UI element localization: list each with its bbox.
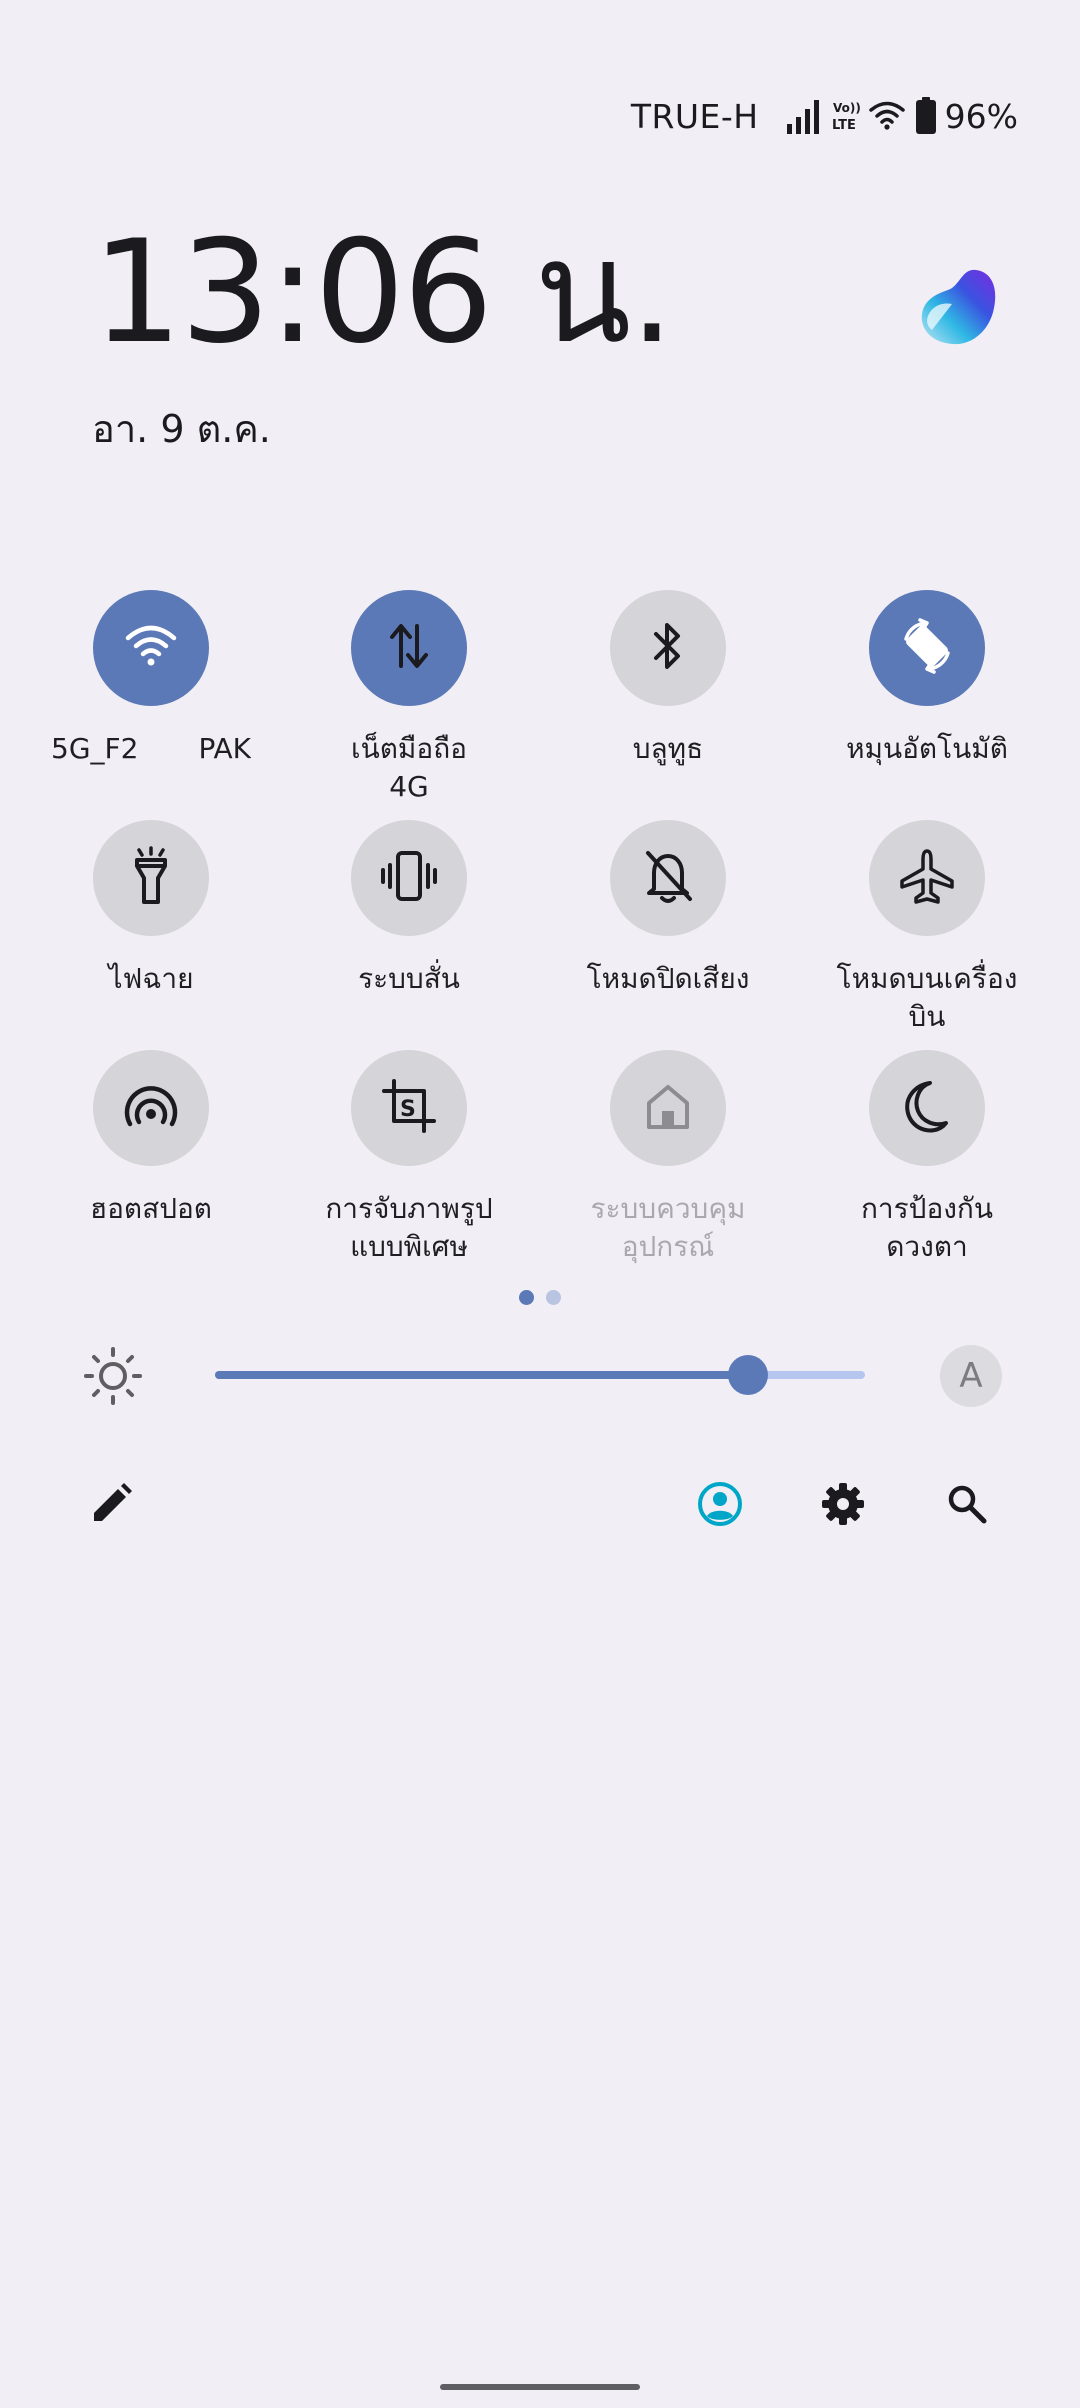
search-icon [946,1483,988,1529]
status-bar: TRUE-H Vo)) LTE 96% [631,88,1018,144]
tile-vibrate[interactable]: ระบบสั่น [294,820,524,998]
hotspot-icon [122,1082,180,1134]
svg-text:S: S [400,1097,416,1122]
pencil-icon [90,1483,132,1529]
tile-bluetooth-button[interactable] [610,590,726,706]
account-circle-icon [697,1481,743,1531]
brightness-slider-thumb[interactable] [728,1355,768,1395]
tile-auto-rotate-label: หมุนอัตโนมัติ [846,732,1008,765]
settings-button[interactable] [813,1476,873,1536]
tile-hotspot[interactable]: ฮอตสปอต [36,1050,266,1228]
tile-silent-mode[interactable]: โหมดปิดเสียง [553,820,783,998]
vibrate-icon [379,849,439,907]
clock-time[interactable]: 13:06 น. [92,222,675,364]
tile-airplane-mode[interactable]: โหมดบนเครื่อง บิน [812,820,1042,1036]
brightness-control: A [0,1335,1080,1415]
mute-bell-icon [640,847,696,909]
wifi-icon [124,624,178,672]
tile-screenshot-button[interactable]: S [351,1050,467,1166]
volte-icon: Vo)) LTE [831,98,863,134]
search-button[interactable] [937,1476,997,1536]
mobile-data-icon [387,620,431,676]
tile-wifi-button[interactable] [93,590,209,706]
page-dot-2[interactable] [546,1290,561,1305]
tile-hotspot-button[interactable] [93,1050,209,1166]
tile-vibrate-button[interactable] [351,820,467,936]
carrier-name: TRUE-H [630,96,759,136]
gesture-home-bar[interactable] [440,2384,640,2390]
tile-auto-rotate-button[interactable] [869,590,985,706]
airplane-icon [898,847,956,909]
tile-mobile-data-button[interactable] [351,590,467,706]
brightness-sun-icon [84,1347,142,1405]
tile-bluetooth-label: บลูทูธ [632,732,704,765]
tile-hotspot-label: ฮอตสปอต [90,1192,212,1225]
tile-device-controls-label: ระบบควบคุม อุปกรณ์ [590,1192,746,1263]
tile-device-controls[interactable]: ระบบควบคุม อุปกรณ์ [553,1050,783,1266]
tile-eye-comfort-label: การป้องกัน ดวงตา [860,1192,994,1263]
tile-bluetooth[interactable]: บลูทูธ [553,590,783,768]
quick-settings-panel: TRUE-H Vo)) LTE 96% 13:06 น. อา. 9 ต.ค. … [0,0,1080,2408]
battery-icon [915,97,937,135]
assistant-logo-icon[interactable] [918,266,998,348]
tile-wifi-label: 5G_F2 PAK [51,732,251,765]
tile-airplane-mode-button[interactable] [869,820,985,936]
tile-eye-comfort-button[interactable] [869,1050,985,1166]
wifi-status-icon [868,101,905,131]
tile-silent-mode-button[interactable] [610,820,726,936]
svg-text:LTE: LTE [832,118,856,133]
clock-date[interactable]: อา. 9 ต.ค. [92,398,271,459]
tile-device-controls-button[interactable] [610,1050,726,1166]
tile-airplane-mode-label: โหมดบนเครื่อง บิน [836,962,1018,1033]
gear-icon [821,1482,865,1530]
tile-mobile-data-label: เน็ตมือถือ 4G [351,732,467,803]
brightness-slider[interactable] [215,1355,865,1395]
eye-comfort-moon-icon [902,1079,952,1137]
tile-vibrate-label: ระบบสั่น [358,962,460,995]
tile-eye-comfort[interactable]: การป้องกัน ดวงตา [812,1050,1042,1266]
tile-wifi[interactable]: 5G_F2 PAK [36,590,266,768]
tile-auto-rotate[interactable]: หมุนอัตโนมัติ [812,590,1042,768]
home-control-icon [643,1081,693,1135]
user-profile-button[interactable] [690,1476,750,1536]
flashlight-icon [129,846,173,910]
tile-screenshot-label: การจับภาพรูป แบบพิเศษ [325,1192,493,1263]
auto-brightness-button[interactable]: A [940,1345,1002,1407]
tile-flashlight-label: ไฟฉาย [108,962,194,995]
brightness-slider-fill [215,1371,748,1379]
battery-percentage: 96% [944,96,1018,136]
tile-mobile-data[interactable]: เน็ตมือถือ 4G [294,590,524,806]
signal-strength-icon [785,98,825,134]
svg-text:Vo)): Vo)) [833,101,861,115]
tile-silent-mode-label: โหมดปิดเสียง [586,962,750,995]
page-indicator [0,1290,1080,1305]
auto-rotate-icon [896,615,958,681]
page-dot-1[interactable] [519,1290,534,1305]
bluetooth-icon [648,618,688,678]
tile-screenshot[interactable]: S การจับภาพรูป แบบพิเศษ [294,1050,524,1266]
screenshot-crop-icon: S [380,1077,438,1139]
tile-flashlight-button[interactable] [93,820,209,936]
edit-tiles-button[interactable] [81,1476,141,1536]
tile-flashlight[interactable]: ไฟฉาย [36,820,266,998]
